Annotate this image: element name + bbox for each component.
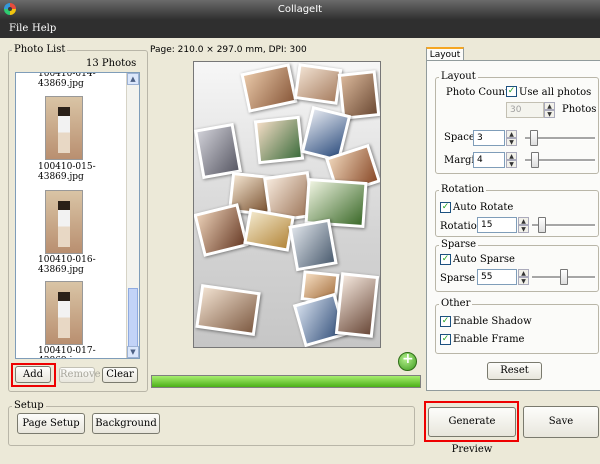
remove-button[interactable]: Remove: [59, 367, 101, 383]
auto-rotate-label: Auto Rotate: [453, 202, 514, 213]
photo-count-label: 13 Photos: [86, 58, 137, 69]
rotation-down[interactable]: ▼: [518, 225, 529, 233]
enable-frame-label: Enable Frame: [453, 334, 525, 345]
collage-photo: [288, 218, 338, 272]
margin-up[interactable]: ▲: [506, 152, 517, 160]
list-scrollbar[interactable]: ▲ ▼: [126, 73, 139, 358]
window-title: CollageIt: [277, 4, 323, 15]
photo-count-down[interactable]: ▼: [544, 110, 555, 118]
highlight-add: [11, 363, 56, 387]
photo-thumbnail[interactable]: [45, 281, 83, 345]
collage-photo: [194, 122, 243, 180]
collage-preview-canvas[interactable]: [193, 61, 381, 348]
auto-sparse-label: Auto Sparse: [453, 254, 515, 265]
check-icon: ✓: [441, 334, 450, 344]
check-icon: ✓: [441, 316, 450, 326]
rotation-input[interactable]: 15: [477, 217, 517, 233]
progress-bar: [151, 375, 421, 388]
other-legend: Other: [439, 298, 473, 309]
scroll-up-icon[interactable]: ▲: [127, 73, 139, 85]
photo-count-up[interactable]: ▲: [544, 102, 555, 110]
collage-photo: [243, 208, 295, 252]
photo-count-input[interactable]: 30: [506, 102, 544, 118]
scrollbar-thumb[interactable]: [128, 288, 138, 348]
page-info: Page: 210.0 × 297.0 mm, DPI: 300: [150, 45, 307, 55]
rotation-slider-thumb[interactable]: [538, 217, 546, 233]
sparse-legend: Sparse: [439, 239, 479, 250]
photo-thumbnail[interactable]: [45, 96, 83, 160]
auto-sparse-checkbox[interactable]: ✓: [440, 254, 451, 265]
menu-help[interactable]: Help: [32, 23, 56, 34]
sparse-label: Sparse: [440, 273, 476, 284]
sparse-input[interactable]: 55: [477, 269, 517, 285]
space-input[interactable]: 3: [473, 130, 505, 146]
enable-shadow-label: Enable Shadow: [453, 316, 532, 327]
enable-frame-checkbox[interactable]: ✓: [440, 334, 451, 345]
sparse-down[interactable]: ▼: [518, 277, 529, 285]
space-down[interactable]: ▼: [506, 138, 517, 146]
clear-button[interactable]: Clear: [102, 367, 138, 383]
page-setup-button[interactable]: Page Setup: [17, 413, 85, 434]
title-bar: CollageIt: [0, 0, 600, 20]
photo-thumbnail[interactable]: [45, 190, 83, 254]
space-slider-thumb[interactable]: [530, 130, 538, 146]
use-all-photos-label: Use all photos: [519, 87, 592, 98]
photos-suffix-label: Photos: [562, 104, 597, 115]
menu-file[interactable]: File: [9, 23, 28, 34]
margin-down[interactable]: ▼: [506, 160, 517, 168]
collage-photo: [240, 63, 298, 113]
collage-photo: [337, 70, 380, 120]
sparse-up[interactable]: ▲: [518, 269, 529, 277]
check-icon: ✓: [441, 254, 450, 264]
list-item-filename: 100410-014-43869.jpg: [38, 72, 96, 89]
list-item-filename: 100410-016-43869.jpg: [38, 255, 96, 275]
setup-legend: Setup: [12, 400, 46, 411]
use-all-photos-checkbox[interactable]: ✓: [506, 86, 517, 97]
photo-count-field-label: Photo Count: [446, 87, 509, 98]
check-icon: ✓: [441, 202, 450, 212]
margin-slider-thumb[interactable]: [531, 152, 539, 168]
background-button[interactable]: Background: [92, 413, 160, 434]
sparse-slider-thumb[interactable]: [560, 269, 568, 285]
margin-input[interactable]: 4: [473, 152, 505, 168]
highlight-generate-preview: [424, 401, 519, 442]
layout-legend: Layout: [439, 71, 478, 82]
check-icon: ✓: [507, 86, 516, 96]
photo-list[interactable]: 100410-014-43869.jpg 100410-015-43869.jp…: [15, 72, 140, 359]
space-label: Space: [444, 132, 475, 143]
enable-shadow-checkbox[interactable]: ✓: [440, 316, 451, 327]
collage-photo: [334, 272, 380, 338]
zoom-in-icon[interactable]: [398, 351, 417, 371]
sparse-group: [435, 245, 599, 292]
reset-button[interactable]: Reset: [487, 362, 542, 380]
collage-photo: [195, 284, 261, 336]
auto-rotate-checkbox[interactable]: ✓: [440, 202, 451, 213]
rotation-up[interactable]: ▲: [518, 217, 529, 225]
menu-bar: File Help: [0, 20, 600, 38]
other-group: [435, 304, 599, 354]
photo-list-legend: Photo List: [12, 44, 68, 55]
rotation-legend: Rotation: [439, 184, 487, 195]
space-up[interactable]: ▲: [506, 130, 517, 138]
collage-photo: [293, 63, 343, 105]
progress-fill: [152, 376, 420, 387]
collage-photo: [253, 115, 305, 165]
save-button[interactable]: Save: [523, 406, 599, 438]
list-item-filename: 100410-015-43869.jpg: [38, 162, 96, 182]
list-item-filename: 100410-017-43869.jpg: [38, 346, 96, 358]
scroll-down-icon[interactable]: ▼: [127, 346, 139, 358]
